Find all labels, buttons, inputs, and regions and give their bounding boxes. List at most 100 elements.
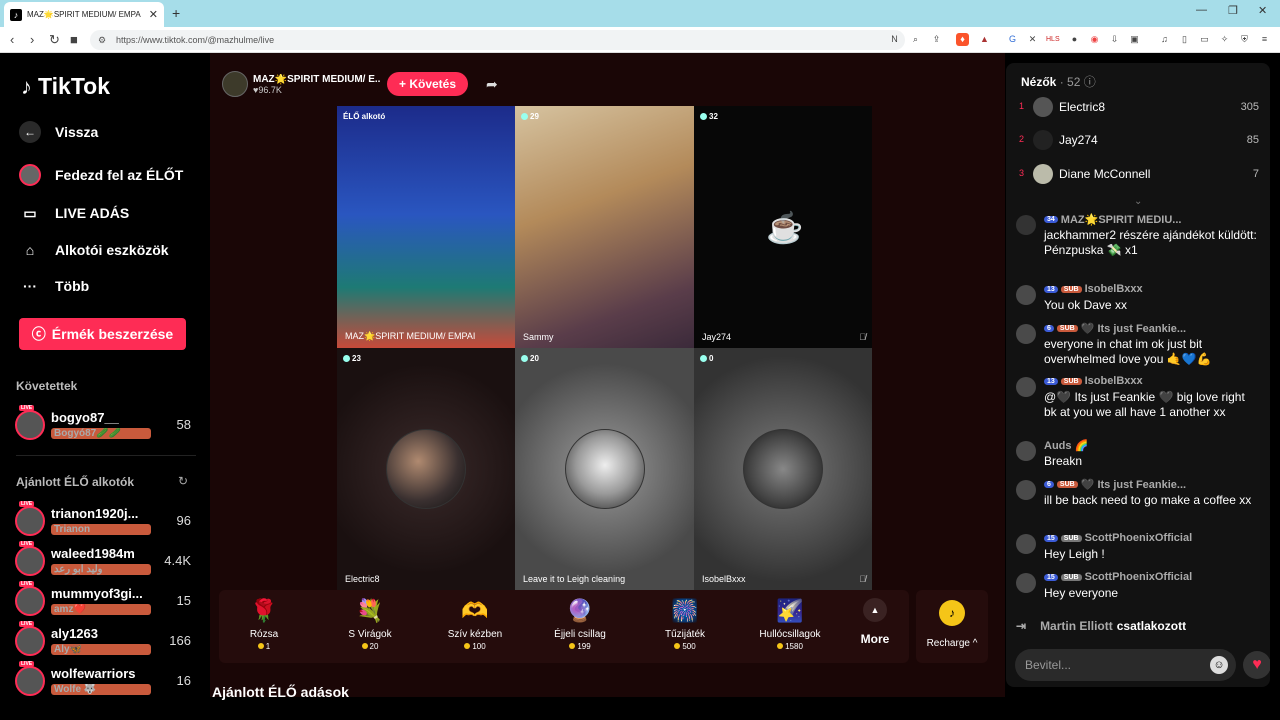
top-viewer-row[interactable]: 2 Jay274 85 — [1019, 130, 1259, 152]
site-info-icon[interactable]: ⚙ — [98, 30, 106, 50]
video-tile-guest[interactable]: 20 Leave it to Leigh cleaning — [515, 348, 694, 590]
emoji-icon[interactable]: ☺ — [1210, 656, 1228, 674]
avatar — [1016, 285, 1036, 305]
sidebar-toggle-icon[interactable]: ▯ — [1178, 33, 1191, 46]
followed-account[interactable]: LIVE bogyo87__ Bogyó87🥒🥒 58 — [15, 405, 197, 442]
menu-icon[interactable]: ≡ — [1258, 33, 1271, 46]
extension-box-icon[interactable]: ▣ — [1128, 33, 1141, 46]
close-window-icon[interactable]: ✕ — [1258, 4, 1267, 17]
tile-name: MAZ🌟SPIRIT MEDIUM/ EMPAI — [345, 331, 476, 341]
viewer-gem-icon — [521, 113, 528, 120]
recharge-button[interactable]: ♪ Recharge ^ — [916, 590, 988, 663]
media-icon[interactable]: ♫ — [1158, 33, 1171, 46]
coin-icon: ⓒ — [31, 326, 46, 342]
more-gifts-button[interactable]: ▲ More — [855, 598, 895, 646]
back-arrow-icon[interactable]: ‹ — [10, 32, 14, 47]
tile-badge: 0 — [700, 354, 713, 363]
tile-name: Jay274 — [702, 332, 732, 342]
live-badge: LIVE — [19, 661, 35, 667]
gift-item[interactable]: 🎆 Tűzijáték 500 — [640, 596, 730, 651]
chat-input[interactable]: Bevitel... ☺ — [1015, 649, 1236, 681]
viewers-heading[interactable]: Nézők · 52 ⓘ — [1021, 73, 1096, 90]
video-tile-host[interactable]: ÉLŐ alkotó MAZ🌟SPIRIT MEDIUM/ EMPAI — [337, 106, 515, 348]
tiktok-logo[interactable]: ♪ TikTok — [21, 73, 110, 100]
house-plus-icon: ⌂ — [25, 242, 35, 258]
level-badge: 13 — [1044, 377, 1058, 385]
video-tile-guest[interactable]: 32 ☕ Jay274 🎙̸ — [694, 106, 872, 348]
nav-more[interactable]: ··· Több — [19, 275, 89, 297]
nav-explore-live[interactable]: Fedezd fel az ÉLŐT — [19, 164, 183, 186]
live-badge: LIVE — [19, 405, 35, 411]
share-icon[interactable]: ➦ — [486, 76, 498, 93]
joined-notice: ⇥ Martin Elliott csatlakozott — [1016, 619, 1187, 633]
vpn-icon[interactable]: ⛨ — [1238, 33, 1251, 46]
translate-icon[interactable]: N — [888, 33, 901, 46]
top-viewer-row[interactable]: 3 Diane McConnell 7 — [1019, 164, 1259, 186]
nav-creator-tools[interactable]: ⌂ Alkotói eszközök — [19, 239, 169, 261]
live-stream-area: MAZ🌟SPIRIT MEDIUM/ E... ♥96.7K + Követés… — [210, 53, 1005, 700]
tiktok-note-icon: ♪ — [21, 73, 32, 99]
extension-translate-icon[interactable]: G — [1006, 33, 1019, 46]
new-tab-button[interactable]: + — [172, 5, 180, 21]
recommended-account[interactable]: LIVE mummyof3gi... amz❤️ 15 — [15, 581, 197, 618]
host-avatar[interactable] — [222, 71, 248, 97]
sub-badge: SUB — [1060, 534, 1082, 542]
gift-item[interactable]: 🌠 Hullócsillagok 1580 — [745, 596, 835, 651]
viewer-gem-icon — [343, 355, 350, 362]
get-coins-button[interactable]: ⓒ Érmék beszerzése — [19, 318, 186, 350]
like-heart-button[interactable]: ♥ — [1243, 651, 1270, 679]
close-tab-icon[interactable]: ✕ — [149, 8, 158, 21]
gift-item[interactable]: 🫶 Szív kézben 100 — [430, 596, 520, 651]
follow-button[interactable]: + Követés — [387, 72, 469, 96]
live-badge: LIVE — [19, 541, 35, 547]
reload-icon[interactable]: ↻ — [49, 32, 60, 48]
recommended-account[interactable]: LIVE trianon1920j... Trianon 96 — [15, 501, 197, 538]
extension-x-icon[interactable]: ✕ — [1026, 33, 1039, 46]
extension-color-icon[interactable]: ◉ — [1088, 33, 1101, 46]
top-viewer-row[interactable]: 1 Electric8 305 — [1019, 97, 1259, 119]
recommended-live-heading: Ajánlott ÉLŐ adások — [212, 684, 349, 700]
recommended-account[interactable]: LIVE aly1263 Aly🦋 166 — [15, 621, 197, 658]
restore-icon[interactable]: ❐ — [1228, 4, 1238, 17]
likes-count: ♥96.7K — [253, 84, 282, 95]
avatar — [15, 586, 45, 616]
gift-item[interactable]: 💐 S Virágok 20 — [325, 596, 415, 651]
back-link[interactable]: ← Vissza — [19, 121, 98, 143]
video-tile-guest[interactable]: 29 Sammy — [515, 106, 694, 348]
minimize-icon[interactable]: — — [1196, 4, 1207, 16]
avatar — [15, 546, 45, 576]
gift-item[interactable]: 🔮 Éjjeli csillag 199 — [535, 596, 625, 651]
wallet-icon[interactable]: ▭ — [1198, 33, 1211, 46]
tile-badge: 29 — [521, 112, 539, 121]
host-name[interactable]: MAZ🌟SPIRIT MEDIUM/ E... — [253, 74, 381, 85]
recommended-account[interactable]: LIVE waleed1984m وليد ابو رعد 4.4K — [15, 541, 197, 578]
avatar — [1016, 377, 1036, 397]
forward-arrow-icon[interactable]: › — [30, 32, 34, 47]
url-field[interactable]: ⚙ https://www.tiktok.com/@mazhulme/live — [90, 30, 905, 50]
zoom-icon[interactable]: ⌕ — [909, 33, 922, 46]
refresh-icon[interactable]: ↻ — [178, 474, 188, 488]
avatar — [1016, 441, 1036, 461]
brave-shield-icon[interactable]: ♦ — [956, 33, 969, 46]
share-page-icon[interactable]: ⇪ — [930, 33, 943, 46]
leo-icon[interactable]: ✧ — [1218, 33, 1231, 46]
sub-badge: SUB — [1056, 481, 1078, 488]
sidebar: ♪ TikTok ← Vissza Fedezd fel az ÉLŐT ▭ L… — [3, 53, 210, 697]
info-icon[interactable]: ⓘ — [1084, 75, 1096, 89]
chat-panel: Nézők · 52 ⓘ 1 Electric8 305 2 Jay274 85… — [1006, 63, 1270, 687]
extension-circle-icon[interactable]: ● — [1068, 33, 1081, 46]
chevron-down-icon[interactable]: ⌄ — [1134, 196, 1142, 207]
extension-icon[interactable]: ▲ — [978, 33, 991, 46]
video-tile-guest[interactable]: 0 IsobelBxxx 🎙̸ — [694, 348, 872, 590]
avatar — [564, 429, 645, 509]
browser-tab[interactable]: ♪ MAZ🌟SPIRIT MEDIUM/ EMPA ✕ — [4, 2, 164, 27]
recommended-account[interactable]: LIVE wolfewarriors Wolfe 🐺 16 — [15, 661, 197, 697]
bookmark-icon[interactable]: ■ — [70, 32, 78, 47]
rose-icon: 🌹 — [250, 598, 278, 623]
more-icon: ··· — [23, 278, 37, 294]
gift-item[interactable]: 🌹 Rózsa 1 — [219, 596, 309, 651]
nav-live[interactable]: ▭ LIVE ADÁS — [19, 202, 129, 224]
extension-hls-icon[interactable]: HLS — [1046, 33, 1060, 46]
video-tile-guest[interactable]: 23 Electric8 — [337, 348, 515, 590]
extension-download-icon[interactable]: ⇩ — [1108, 33, 1121, 46]
